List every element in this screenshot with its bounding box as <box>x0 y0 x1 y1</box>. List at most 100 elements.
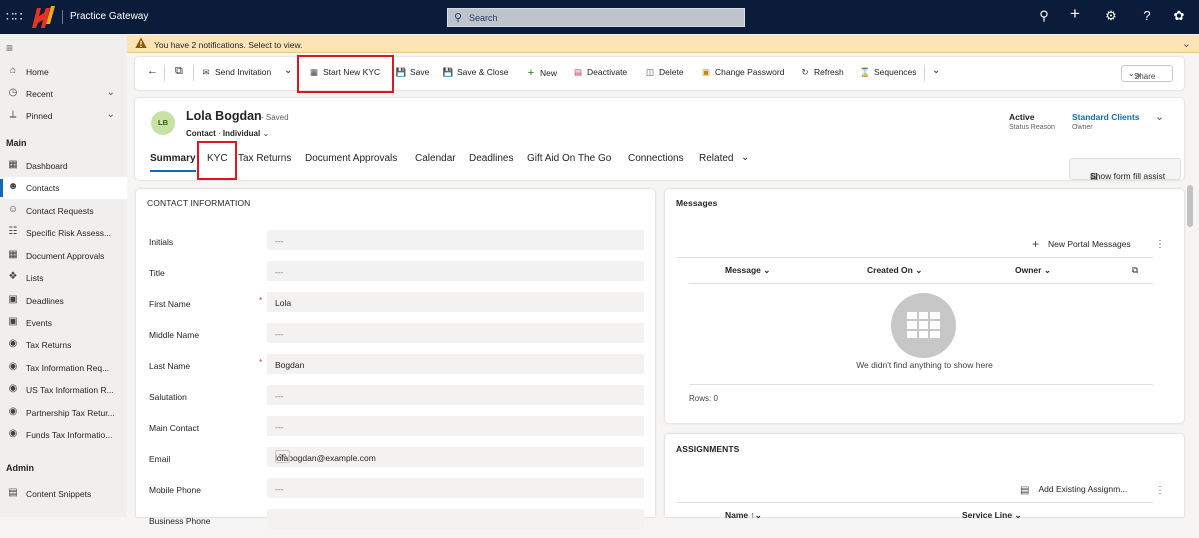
chevron-down-icon[interactable]: ⌄ <box>107 109 115 120</box>
deactivate-icon: ▤ <box>573 67 583 77</box>
tax-icon: ◉ <box>8 383 18 394</box>
chevron-down-icon[interactable]: ⌄ <box>741 152 749 163</box>
mobile-phone-field[interactable]: --- <box>267 478 644 498</box>
tab-document-approvals[interactable]: Document Approvals <box>305 153 397 164</box>
sidebar-item-dashboard[interactable]: ▦ Dashboard <box>0 155 127 177</box>
lightbulb-icon[interactable]: ⚲ <box>1035 9 1053 23</box>
salutation-field[interactable]: --- <box>267 385 644 405</box>
column-header-owner[interactable]: Owner ⌄ <box>1015 265 1051 276</box>
sidebar-item-tax-returns[interactable]: ◉ Tax Returns <box>0 334 127 356</box>
more-options-icon[interactable]: ⋮ <box>1155 485 1165 496</box>
sidebar-item-label: Specific Risk Assess... <box>26 228 112 238</box>
tax-icon: ◉ <box>8 338 18 349</box>
search-icon: ⚲ <box>454 12 463 24</box>
sidebar-item-specific-risk[interactable]: ☷ Specific Risk Assess... <box>0 222 127 244</box>
sidebar-section-admin: Admin <box>6 463 34 473</box>
sidebar-item-home[interactable]: ⌂ Home <box>0 61 127 83</box>
tab-connections[interactable]: Connections <box>628 153 684 164</box>
refresh-button[interactable]: ↻ Refresh <box>799 67 843 78</box>
app-title[interactable]: Practice Gateway <box>70 11 148 22</box>
tab-tax-returns[interactable]: Tax Returns <box>238 153 291 164</box>
sidebar-item-events[interactable]: ▣ Events <box>0 312 127 334</box>
new-button[interactable]: + New <box>525 67 557 79</box>
tab-deadlines[interactable]: Deadlines <box>469 153 513 164</box>
middle-name-field[interactable]: --- <box>267 323 644 343</box>
save-button[interactable]: 💾 Save <box>395 67 430 78</box>
column-header-created-on[interactable]: Created On ⌄ <box>867 265 922 276</box>
sidebar: ≡ ⌂ Home ◷ Recent ⌄ ⟂ Pinned ⌄ Main ▦ Da… <box>0 34 127 517</box>
command-divider <box>924 65 925 81</box>
warning-icon <box>135 37 147 48</box>
sidebar-item-contacts[interactable]: ☻ Contacts <box>0 177 127 199</box>
notification-text[interactable]: You have 2 notifications. Select to view… <box>154 40 303 50</box>
copilot-icon[interactable]: ✿ <box>1170 9 1188 23</box>
more-options-icon[interactable]: ⋮ <box>1155 239 1165 250</box>
change-password-button[interactable]: ▣ Change Password <box>700 67 784 78</box>
send-email-icon[interactable]: ✉ <box>275 450 290 463</box>
column-header-name[interactable]: Name ↑⌄ <box>725 510 762 521</box>
send-invitation-button[interactable]: ✉ Send Invitation <box>200 67 271 78</box>
email-field[interactable]: lolabogdan@example.com ✉ <box>267 447 644 467</box>
title-field[interactable]: --- <box>267 261 644 281</box>
gear-icon[interactable]: ⚙ <box>1102 9 1120 23</box>
first-name-field[interactable]: Lola <box>267 292 644 312</box>
form-selector[interactable]: Individual <box>223 129 260 138</box>
chevron-down-icon[interactable]: ⌄ <box>107 87 115 98</box>
tab-related[interactable]: Related <box>699 153 733 164</box>
initials-field[interactable]: --- <box>267 230 644 250</box>
main-contact-field[interactable]: --- <box>267 416 644 436</box>
sidebar-item-label: Lists <box>26 273 44 283</box>
header-expand-chevron-icon[interactable]: ⌄ <box>1155 110 1164 123</box>
plus-icon[interactable]: + <box>1066 5 1084 22</box>
sidebar-item-recent[interactable]: ◷ Recent ⌄ <box>0 83 127 105</box>
notification-bar[interactable]: You have 2 notifications. Select to view… <box>127 35 1199 53</box>
open-record-icon[interactable]: ⧉ <box>175 65 183 78</box>
back-arrow-icon[interactable]: ← <box>147 65 158 77</box>
tab-gift-aid[interactable]: Gift Aid On The Go <box>527 153 611 164</box>
sidebar-item-label: Partnership Tax Retur... <box>26 408 115 418</box>
header-owner-field: Standard Clients Owner <box>1072 112 1140 131</box>
section-title: CONTACT INFORMATION <box>147 198 251 208</box>
field-value: lolabogdan@example.com <box>275 453 376 463</box>
share-button[interactable]: ↗ Share ⌄ <box>1121 65 1173 82</box>
sidebar-item-partnership-tax-returns[interactable]: ◉ Partnership Tax Retur... <box>0 402 127 424</box>
sidebar-item-content-snippets[interactable]: ▤ Content Snippets <box>0 483 127 505</box>
help-icon[interactable]: ? <box>1138 9 1156 23</box>
add-existing-assignment-button[interactable]: ▤ Add Existing Assignm... <box>1020 484 1127 496</box>
assignments-section: ASSIGNMENTS ▤ Add Existing Assignm... ⋮ N… <box>665 434 1184 520</box>
sidebar-item-document-approvals[interactable]: ▦ Document Approvals <box>0 245 127 267</box>
tab-calendar[interactable]: Calendar <box>415 153 456 164</box>
chevron-down-icon[interactable]: ⌄ <box>284 65 292 76</box>
show-form-fill-assist-button[interactable]: ▤ Show form fill assist <box>1069 158 1181 181</box>
person-request-icon: ☺ <box>7 204 19 215</box>
new-portal-messages-button[interactable]: + New Portal Messages <box>1032 237 1131 251</box>
delete-button[interactable]: ◫ Delete <box>644 67 684 78</box>
hamburger-icon[interactable]: ≡ <box>6 41 13 55</box>
column-header-service-line[interactable]: Service Line ⌄ <box>962 510 1022 521</box>
sequences-button[interactable]: ⌛ Sequences <box>859 67 917 78</box>
global-search-input[interactable]: ⚲ Search <box>447 8 745 27</box>
tax-icon: ◉ <box>8 361 18 372</box>
open-grid-icon[interactable]: ⧉ <box>1132 265 1138 276</box>
sidebar-item-lists[interactable]: ❖ Lists <box>0 267 127 289</box>
chevron-down-icon[interactable]: ⌄ <box>1182 37 1191 50</box>
sidebar-item-deadlines[interactable]: ▣ Deadlines <box>0 290 127 312</box>
save-close-button[interactable]: 💾 Save & Close <box>442 67 509 78</box>
more-commands-chevron-icon[interactable]: ⌄ <box>932 65 940 76</box>
sidebar-item-pinned[interactable]: ⟂ Pinned ⌄ <box>0 105 127 127</box>
sidebar-item-funds-tax-information[interactable]: ◉ Funds Tax Informatio... <box>0 424 127 446</box>
business-phone-field[interactable] <box>267 509 644 529</box>
last-name-field[interactable]: Bogdan <box>267 354 644 374</box>
tab-summary[interactable]: Summary <box>150 153 196 172</box>
pin-icon: ⟂ <box>9 109 17 120</box>
sidebar-item-us-tax-information[interactable]: ◉ US Tax Information R... <box>0 379 127 401</box>
sidebar-item-tax-information-requests[interactable]: ◉ Tax Information Req... <box>0 357 127 379</box>
field-row-salutation: Salutation --- <box>136 383 655 414</box>
page-scrollbar[interactable] <box>1187 185 1193 227</box>
owner-link[interactable]: Standard Clients <box>1072 112 1140 122</box>
deactivate-button[interactable]: ▤ Deactivate <box>572 67 627 78</box>
share-label: Share <box>1134 72 1156 81</box>
column-header-message[interactable]: Message ⌄ <box>725 265 770 276</box>
app-launcher-icon[interactable]: ∷∷ <box>6 10 23 24</box>
sidebar-item-contact-requests[interactable]: ☺ Contact Requests <box>0 200 127 222</box>
